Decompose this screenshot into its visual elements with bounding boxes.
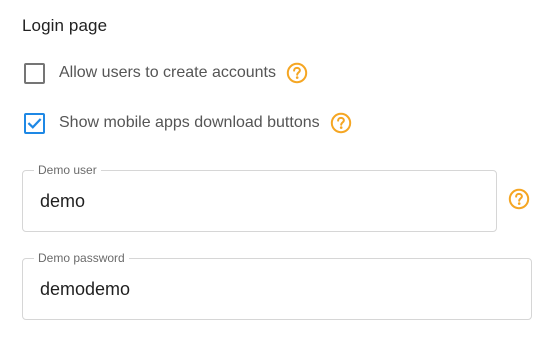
demo-user-field: Demo user	[22, 163, 497, 232]
show-mobile-apps-label[interactable]: Show mobile apps download buttons	[59, 114, 320, 132]
allow-create-accounts-label[interactable]: Allow users to create accounts	[59, 64, 276, 82]
help-icon[interactable]	[286, 62, 308, 84]
login-page-settings: Login page Allow users to create account…	[0, 0, 553, 347]
show-mobile-apps-checkbox[interactable]	[24, 112, 45, 134]
demo-password-field: Demo password	[22, 251, 532, 320]
demo-user-input[interactable]	[40, 189, 482, 213]
demo-password-label: Demo password	[34, 251, 129, 265]
allow-create-accounts-row: Allow users to create accounts	[24, 60, 308, 86]
allow-create-accounts-checkbox[interactable]	[24, 62, 45, 84]
demo-user-label: Demo user	[34, 163, 101, 177]
section-title: Login page	[22, 16, 108, 35]
help-icon[interactable]	[330, 112, 352, 134]
help-icon[interactable]	[508, 188, 530, 210]
demo-password-input[interactable]	[40, 277, 517, 301]
checkmark-icon	[27, 117, 42, 129]
show-mobile-apps-row: Show mobile apps download buttons	[24, 110, 352, 136]
